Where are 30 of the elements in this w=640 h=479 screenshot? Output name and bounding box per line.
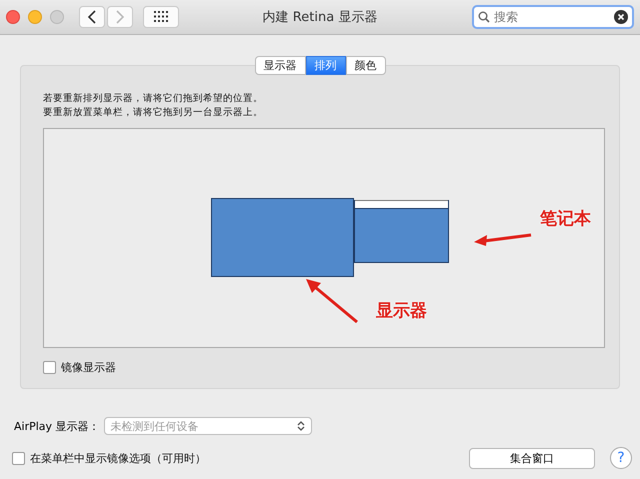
gather-windows-button[interactable]: 集合窗口	[469, 448, 595, 468]
airplay-label: AirPlay 显示器：	[14, 418, 100, 434]
window-title: 内建 Retina 显示器	[262, 9, 378, 26]
tab[interactable]: 颜色	[346, 56, 386, 75]
chevron-left-icon	[87, 10, 97, 24]
updown-icon	[296, 420, 305, 432]
help-button[interactable]: ?	[610, 447, 632, 469]
annotation-label: 笔记本	[540, 208, 591, 230]
clear-icon[interactable]	[614, 10, 628, 24]
search-bar[interactable]: 搜索	[472, 5, 634, 29]
minimize-button[interactable]	[28, 10, 42, 24]
annotation-label: 显示器	[376, 300, 427, 322]
laptop-display-rectangle[interactable]	[354, 200, 449, 263]
close-button[interactable]	[6, 10, 20, 24]
grid-icon	[154, 11, 168, 23]
mirror-checkbox[interactable]: 镜像显示器	[43, 360, 605, 375]
menu-bar-strip[interactable]	[355, 200, 448, 209]
chevron-right-icon	[115, 10, 125, 24]
checkbox-label: 镜像显示器	[61, 360, 116, 375]
search-icon	[478, 11, 490, 23]
instruction-text: 若要重新排列显示器，请将它们拖到希望的位置。	[43, 92, 264, 106]
checkbox[interactable]	[12, 452, 25, 464]
arrow-icon	[306, 279, 358, 323]
instruction-text: 要重新放置菜单栏，请将它拖到另一台显示器上。	[43, 106, 264, 120]
checkbox[interactable]	[43, 361, 56, 374]
search-field[interactable]: 搜索	[494, 10, 610, 24]
show-all-button[interactable]	[143, 6, 179, 28]
arrow-icon	[474, 233, 532, 247]
back-button[interactable]	[79, 6, 105, 28]
tab[interactable]: 显示器	[254, 56, 306, 75]
